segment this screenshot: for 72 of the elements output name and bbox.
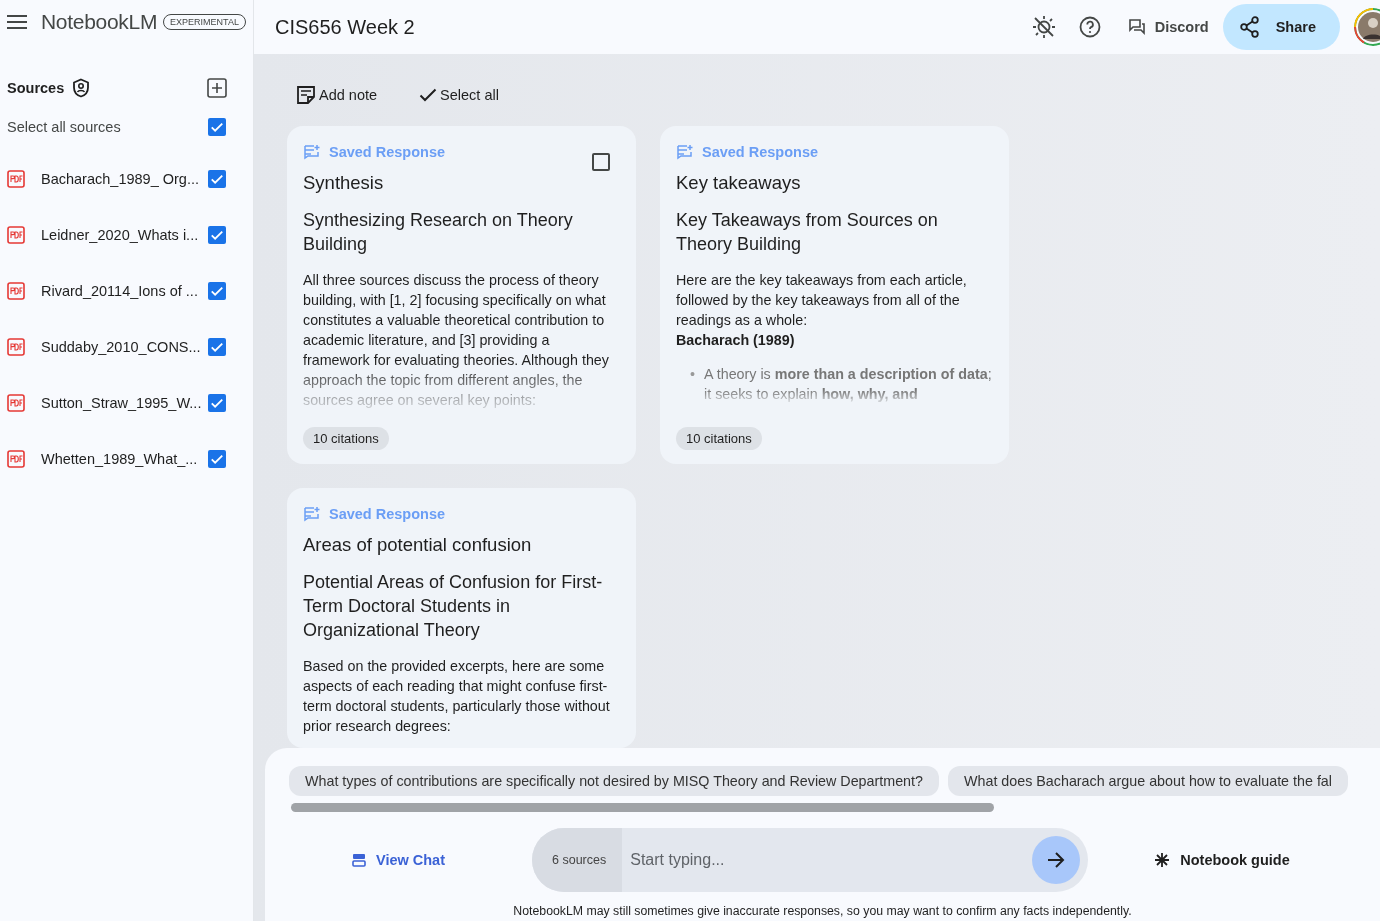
suggestion-chip[interactable]: What types of contributions are specifically not desired by MISQ Theory and Review Department? [289,766,939,796]
pdf-icon [7,394,25,412]
view-chat-button[interactable]: View Chat [265,851,532,869]
note-heading: Key Takeaways from Sources on Theory Building [676,209,939,256]
help-icon[interactable] [1078,16,1101,38]
note-text: All three sources discuss the process of theory building, with [1, 2] focusing specifically on what constitutes a valuable theoretical contribution to academic literature, and [3] providing a framework for evaluating theories. Although they approach the topic from different angles, the sources agree on several key points: [303,271,610,410]
pdf-icon [7,226,25,244]
citations-chip[interactable]: 10 citations [303,427,389,450]
bullet-text: A theory is more than a description of data; it seeks to explain how, why, and [704,365,993,404]
notebook-guide-button[interactable]: Notebook guide [1088,851,1380,869]
checkbox[interactable] [208,118,226,136]
sources-title: Sources [7,80,65,96]
citations-chip[interactable]: 10 citations [676,427,762,450]
select-all-label: Select all sources [7,119,122,135]
chat-icon [1128,19,1145,35]
bullet-marker: • [690,365,695,384]
source-name[interactable]: Rivard_20114_Ions of ... [41,283,208,299]
pdf-icon [7,170,25,188]
chat-input-field[interactable]: 6 sources Start typing... [532,828,1088,892]
note-text: Here are the key takeaways from each article, followed by the key takeaways from all of the readings as a whole: [676,271,968,330]
note-icon [676,144,694,160]
scrollbar-thumb[interactable] [291,803,994,812]
checkbox[interactable] [208,282,226,300]
pdf-icon [7,282,25,300]
source-name[interactable]: Bacharach_1989_ Org... [41,171,208,187]
note-title: Synthesis [303,172,385,194]
note-title: Areas of potential confusion [303,534,533,556]
note-icon [303,506,321,522]
add-note-button[interactable]: Add note [296,74,378,116]
brightness-icon[interactable] [1030,14,1057,40]
notebook-title: CIS656 Week 2 [275,15,416,39]
checkbox[interactable] [208,450,226,468]
note-label: Saved Response [702,144,819,160]
note-subheading: Bacharach (1989) [676,331,796,350]
menu-icon[interactable] [7,15,27,29]
check-icon [419,88,438,102]
note-card[interactable] [287,126,636,464]
share-button[interactable]: Share [1222,4,1340,50]
note-heading: Synthesizing Research on Theory Building [303,209,574,256]
checkbox[interactable] [592,153,610,171]
add-source-icon[interactable] [207,78,227,98]
note-icon [303,144,321,160]
chat-panel-icon [352,853,366,867]
sources-count[interactable]: 6 sources [532,828,623,892]
shield-icon[interactable] [72,78,91,98]
note-text: Based on the provided excerpts, here are some aspects of each reading that might confuse first-term doctoral students, particularly those without prior research degrees: [303,657,611,736]
pdf-icon [7,338,25,356]
source-name[interactable]: Sutton_Straw_1995_W... [41,395,208,411]
share-icon [1239,16,1260,38]
pdf-icon [7,450,25,468]
app-logo: NotebookLM [41,10,158,34]
checkbox[interactable] [208,226,226,244]
note-label: Saved Response [329,506,446,522]
checkbox[interactable] [208,338,226,356]
discord-button[interactable]: Discord [1122,18,1215,36]
source-name[interactable]: Whetten_1989_What_... [41,451,208,467]
select-all-button[interactable]: Select all [419,74,499,116]
source-name[interactable]: Suddaby_2010_CONS... [41,339,208,355]
note-title: Key takeaways [676,172,802,194]
source-name[interactable]: Leidner_2020_Whats i... [41,227,208,243]
asterisk-icon [1154,852,1171,868]
note-label: Saved Response [329,144,446,160]
note-card[interactable] [287,488,636,748]
checkbox[interactable] [208,170,226,188]
arrow-icon [1046,851,1066,869]
note-heading: Potential Areas of Confusion for First-Term Doctoral Students in Organizational Theory [303,571,604,642]
note-card[interactable] [660,126,1009,464]
disclaimer-text: NotebookLM may still sometimes give inaccurate responses, so you may want to confirm any facts independently. [512,904,1133,918]
checkbox[interactable] [208,394,226,412]
suggestion-chip[interactable]: What does Bacharach argue about how to evaluate the fal [948,766,1348,796]
note-add-icon [296,85,316,105]
send-button[interactable] [1032,836,1080,884]
